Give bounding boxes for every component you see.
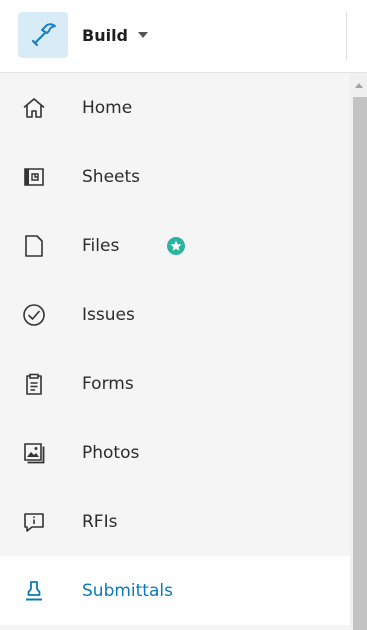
header-divider — [346, 12, 347, 60]
app-window: Build Home Sheets Files Issues Forms Pho… — [0, 0, 367, 630]
home-icon — [22, 96, 46, 120]
rfi-icon — [22, 510, 46, 534]
sidebar-item-files[interactable]: Files — [0, 211, 350, 280]
header: Build — [0, 0, 367, 73]
scrollbar-thumb[interactable] — [353, 97, 367, 630]
sidebar-item-label: RFIs — [82, 511, 118, 532]
sidebar-item-sheets[interactable]: Sheets — [0, 142, 350, 211]
sidebar-item-label: Home — [82, 97, 133, 118]
sidebar-item-photos[interactable]: Photos — [0, 418, 350, 487]
sidebar-item-issues[interactable]: Issues — [0, 280, 350, 349]
clipboard-icon — [22, 372, 46, 396]
sidebar-item-forms[interactable]: Forms — [0, 349, 350, 418]
product-name: Build — [82, 25, 129, 45]
product-switcher[interactable]: Build — [18, 12, 149, 58]
sheets-icon — [22, 165, 46, 189]
sidebar-item-home[interactable]: Home — [0, 73, 350, 142]
hammer-icon — [18, 12, 68, 58]
sidebar-item-label: Issues — [82, 304, 135, 325]
sidebar-item-rfis[interactable]: RFIs — [0, 487, 350, 556]
sidebar-item-label: Forms — [82, 373, 134, 394]
chevron-down-icon — [138, 32, 149, 38]
sidebar: Home Sheets Files Issues Forms Photos RF… — [0, 73, 350, 630]
stamp-icon — [22, 579, 46, 603]
check-circle-icon — [22, 303, 46, 327]
sidebar-item-submittals[interactable]: Submittals — [0, 556, 350, 625]
sidebar-item-label: Files — [82, 235, 120, 256]
star-badge-icon — [166, 236, 186, 256]
scroll-up-arrow-icon[interactable] — [355, 83, 363, 88]
sidebar-item-label: Sheets — [82, 166, 141, 187]
sidebar-item-label: Photos — [82, 442, 140, 463]
sidebar-scrollbar[interactable] — [350, 73, 367, 630]
file-icon — [22, 234, 46, 258]
photos-icon — [22, 441, 46, 465]
sidebar-item-label: Submittals — [82, 580, 173, 601]
